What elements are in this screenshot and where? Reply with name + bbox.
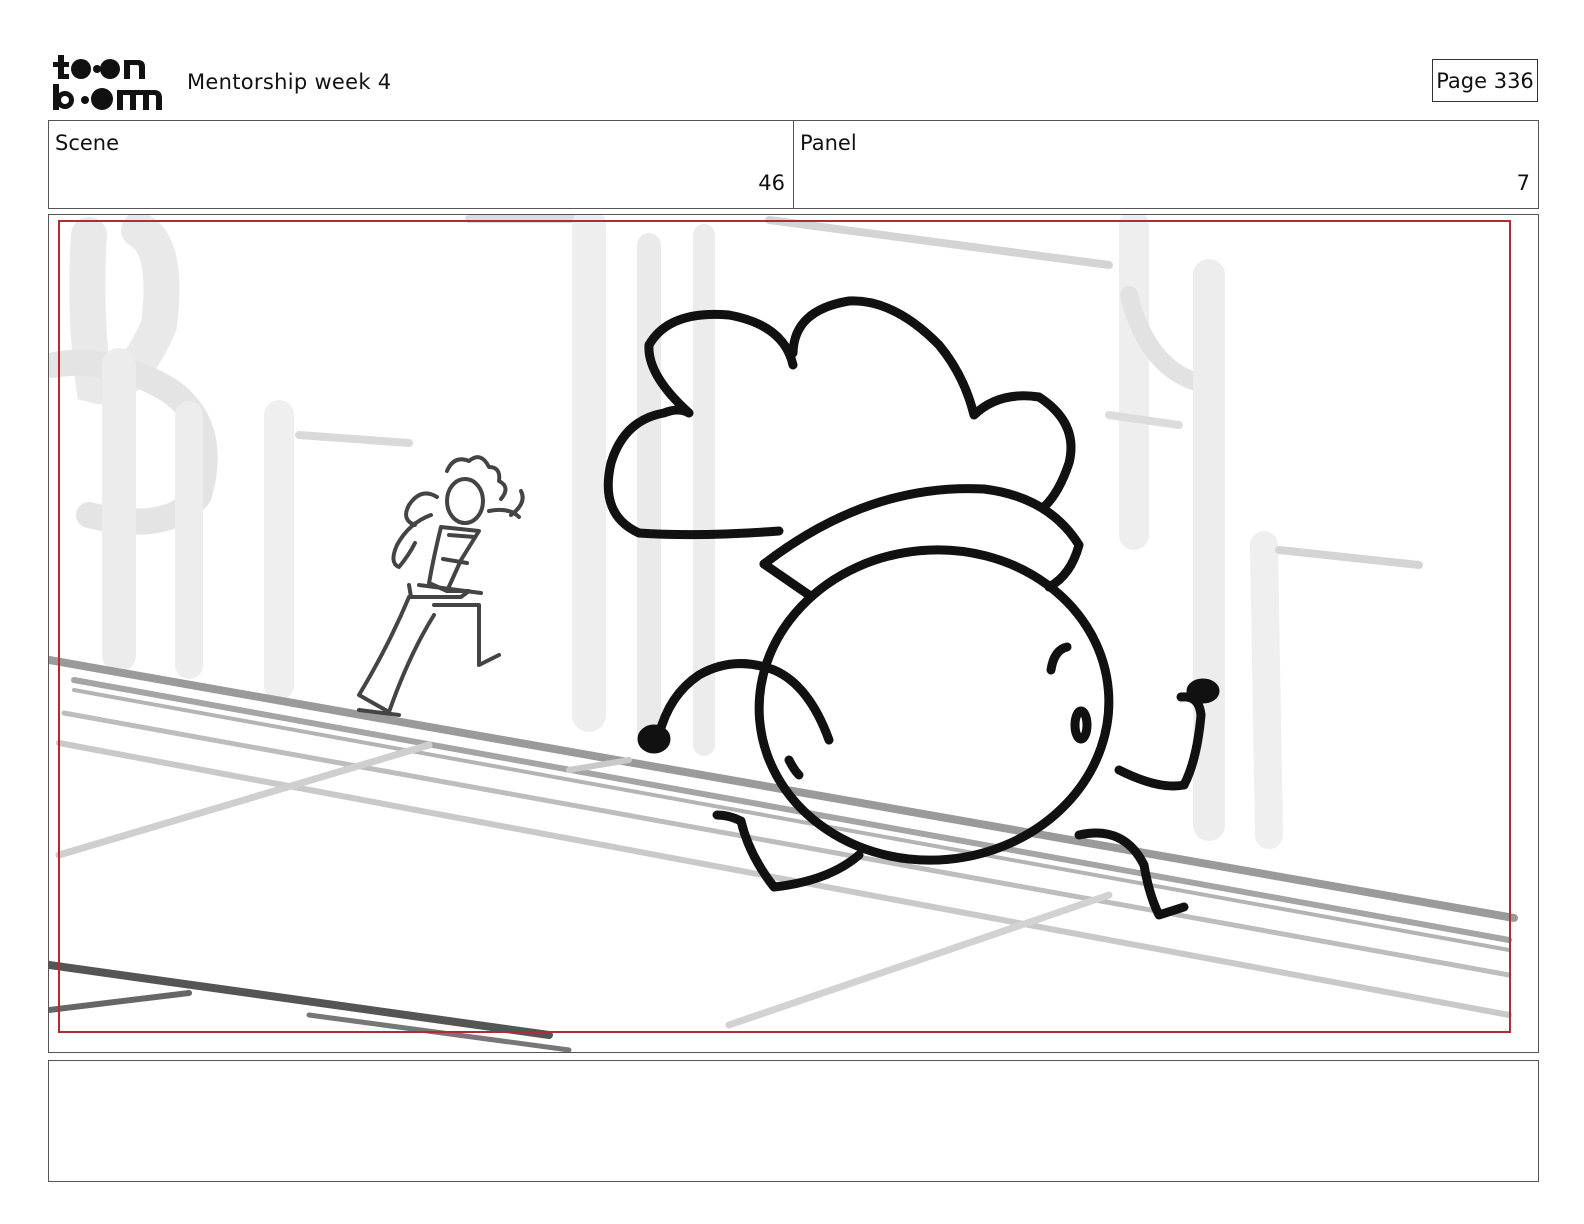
toon-boom-logo (52, 52, 164, 112)
page-number-label: Page 336 (1432, 59, 1538, 102)
panel-cell: Panel 7 (793, 121, 1538, 208)
background-running-character (357, 455, 525, 717)
scene-cell: Scene 46 (49, 121, 793, 208)
storyboard-drawing (49, 215, 1518, 1052)
background-motion-blur-shapes (49, 215, 1423, 849)
storyboard-panel-frame (48, 214, 1539, 1053)
scene-number: 46 (758, 171, 785, 195)
panel-notes-box (48, 1060, 1539, 1182)
panel-label: Panel (800, 131, 857, 155)
scene-panel-info-row: Scene 46 Panel 7 (48, 120, 1539, 209)
floor-perspective-lines (49, 656, 1518, 1052)
project-title: Mentorship week 4 (187, 70, 392, 94)
scene-label: Scene (55, 131, 120, 155)
panel-number: 7 (1516, 171, 1530, 195)
